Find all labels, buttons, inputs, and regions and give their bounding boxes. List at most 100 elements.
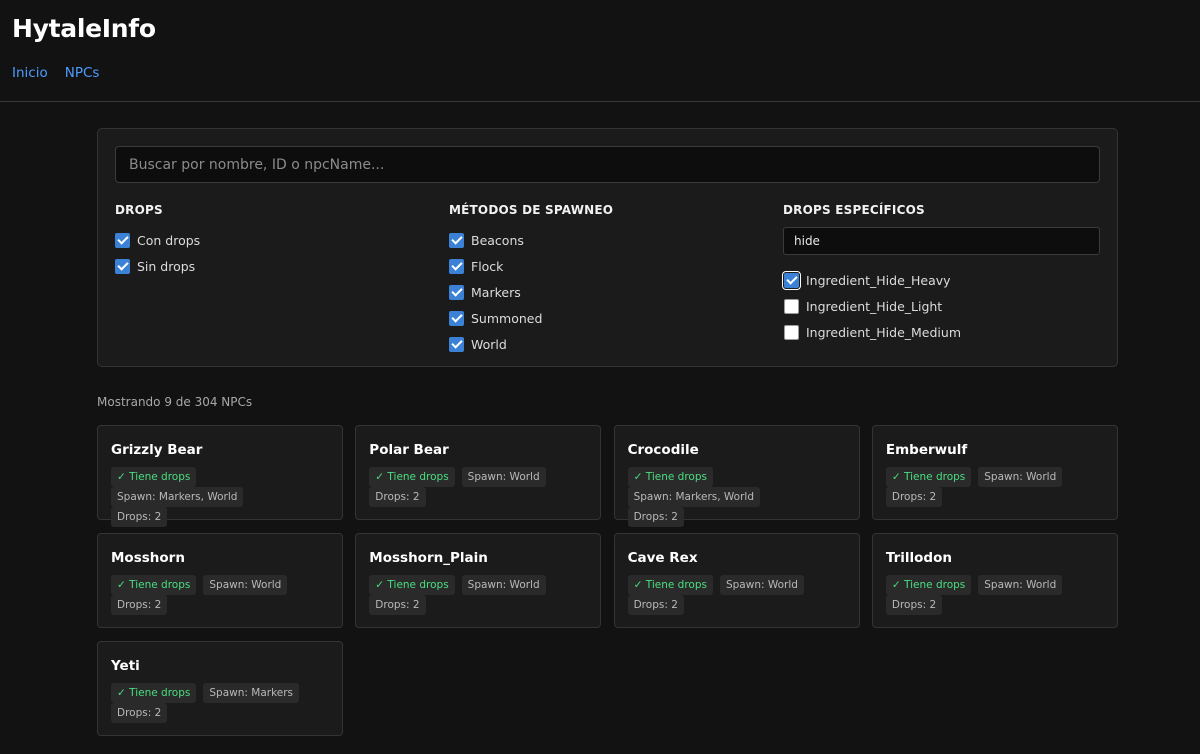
spawn-option-label: Markers [471, 284, 521, 300]
npc-badges: ✓ Tiene drops Spawn: World [111, 575, 329, 595]
npc-name: Crocodile [627, 442, 699, 458]
search-input[interactable] [115, 146, 1100, 183]
drop-count-badge: Drops: 2 [627, 595, 684, 615]
drop-option-checkbox[interactable] [784, 324, 799, 340]
has-drops-badge: ✓ Tiene drops [111, 575, 197, 595]
drops-heading: DROPS [115, 203, 163, 217]
npc-badges: ✓ Tiene drops Spawn: World [369, 467, 587, 487]
spawn-option-row[interactable]: Markers [449, 279, 613, 305]
npc-card[interactable]: Grizzly Bear ✓ Tiene drops Spawn: Markers,… [97, 425, 343, 527]
drop-option-row[interactable]: Ingredient_Hide_Heavy [782, 267, 1100, 293]
npc-card[interactable]: Crocodile ✓ Tiene drops Spawn: Markers, Wo… [613, 425, 860, 527]
spawn-badge: Spawn: Markers, World [111, 487, 244, 507]
drops-option-row[interactable]: Sin drops [115, 253, 200, 279]
npc-badges: ✓ Tiene drops Spawn: World [627, 575, 846, 595]
npc-name: Yeti [111, 658, 140, 674]
drops-option-checkbox[interactable] [115, 232, 130, 248]
npc-card[interactable]: Trillodon ✓ Tiene drops Spawn: World Drops:… [871, 533, 1118, 628]
spawn-option-row[interactable]: Flock [449, 253, 613, 279]
drop-count-badge: Drops: 2 [369, 595, 426, 615]
npc-badges-row2: Drops: 2 [369, 487, 587, 507]
npc-name: Mosshorn [111, 550, 185, 566]
npc-name: Emberwulf [885, 442, 968, 458]
drops-filter-group: DROPS Con drops Sin drops [115, 203, 200, 279]
npc-badges: ✓ Tiene drops Spawn: World [369, 575, 587, 595]
drop-option-checkbox[interactable] [782, 270, 801, 290]
spawn-option-row[interactable]: World [449, 331, 613, 357]
npc-card[interactable]: Mosshorn_Plain ✓ Tiene drops Spawn: World D… [355, 533, 602, 628]
npc-card[interactable]: Mosshorn ✓ Tiene drops Spawn: World Drops: … [97, 533, 343, 628]
npc-name: Trillodon [885, 550, 952, 566]
drop-search-input[interactable] [783, 227, 1100, 255]
npc-card[interactable]: Emberwulf ✓ Tiene drops Spawn: World Drops:… [871, 425, 1118, 520]
drop-count-badge: Drops: 2 [885, 595, 943, 615]
spawn-option-checkbox[interactable] [449, 258, 464, 274]
spawn-badge: Spawn: Markers [203, 683, 300, 703]
main-nav: Inicio NPCs [12, 65, 99, 81]
npc-badges-row2: Drops: 2 [885, 487, 1104, 507]
drop-count-badge: Drops: 2 [111, 507, 168, 527]
drops-option-label: Sin drops [137, 258, 196, 274]
npc-badges: ✓ Tiene drops Spawn: Markers, World [111, 467, 329, 507]
npc-card[interactable]: Cave Rex ✓ Tiene drops Spawn: World Drops: … [613, 533, 860, 628]
drop-count-badge: Drops: 2 [627, 507, 684, 527]
npc-name: Polar Bear [369, 442, 449, 458]
drops-options: Con drops Sin drops [115, 227, 200, 279]
npc-badges-row2: Drops: 2 [627, 507, 846, 527]
drop-option-checkbox[interactable] [784, 298, 799, 314]
npc-badges-row2: Drops: 2 [885, 595, 1104, 615]
spawn-option-label: Flock [471, 258, 504, 274]
npc-card[interactable]: Polar Bear ✓ Tiene drops Spawn: World Drops… [355, 425, 602, 520]
npc-badges: ✓ Tiene drops Spawn: Markers [111, 683, 329, 703]
nav-link-npcs[interactable]: NPCs [65, 65, 100, 81]
npc-badges-row2: Drops: 2 [369, 595, 587, 615]
spawn-option-checkbox[interactable] [449, 284, 464, 300]
has-drops-badge: ✓ Tiene drops [885, 575, 972, 595]
spawn-option-row[interactable]: Summoned [449, 305, 613, 331]
spawn-badge: Spawn: World [978, 575, 1063, 595]
drops-option-label: Con drops [137, 232, 201, 248]
specific-drops-options: Ingredient_Hide_Heavy Ingredient_Hide_Lig… [782, 267, 1100, 345]
npc-badges-row2: Drops: 2 [111, 595, 329, 615]
drop-count-badge: Drops: 2 [885, 487, 943, 507]
npc-badges-row2: Drops: 2 [627, 595, 846, 615]
spawn-option-checkbox[interactable] [449, 310, 464, 326]
npc-name: Cave Rex [627, 550, 698, 566]
spawn-option-checkbox[interactable] [449, 336, 464, 352]
npc-name: Grizzly Bear [111, 442, 203, 458]
spawn-badge: Spawn: Markers, World [627, 487, 761, 507]
spawn-filter-group: MÉTODOS DE SPAWNEO Beacons Flock Markers Su… [449, 203, 613, 357]
spawn-option-label: Summoned [471, 310, 543, 326]
drop-count-badge: Drops: 2 [111, 595, 168, 615]
drop-option-row[interactable]: Ingredient_Hide_Light [784, 293, 1100, 319]
spawn-badge: Spawn: World [978, 467, 1063, 487]
drop-count-badge: Drops: 2 [111, 703, 168, 723]
result-count: Mostrando 9 de 304 NPCs [97, 395, 253, 409]
npc-card[interactable]: Yeti ✓ Tiene drops Spawn: Markers Drops: 2 [97, 641, 343, 736]
spawn-badge: Spawn: World [203, 575, 288, 595]
npc-name: Mosshorn_Plain [369, 550, 488, 566]
drop-option-label: Ingredient_Hide_Heavy [806, 272, 951, 288]
npc-badges: ✓ Tiene drops Spawn: World [885, 575, 1104, 595]
spawn-option-checkbox[interactable] [449, 232, 464, 248]
specific-drops-heading: DROPS ESPECÍFICOS [783, 203, 925, 217]
nav-link-inicio[interactable]: Inicio [12, 65, 48, 81]
npc-badges: ✓ Tiene drops Spawn: Markers, World [627, 467, 846, 507]
drop-count-badge: Drops: 2 [369, 487, 426, 507]
has-drops-badge: ✓ Tiene drops [627, 467, 713, 487]
npc-grid: Grizzly Bear ✓ Tiene drops Spawn: Markers,… [97, 425, 1118, 736]
npc-badges-row2: Drops: 2 [111, 703, 329, 723]
site-header: HytaleInfo Inicio NPCs [0, 0, 1200, 102]
has-drops-badge: ✓ Tiene drops [111, 467, 197, 487]
specific-drops-filter-group: DROPS ESPECÍFICOS Ingredient_Hide_HeavyI… [782, 203, 1100, 345]
has-drops-badge: ✓ Tiene drops [885, 467, 972, 487]
spawn-option-label: Beacons [471, 232, 524, 248]
drop-option-label: Ingredient_Hide_Medium [806, 324, 961, 340]
spawn-badge: Spawn: World [461, 575, 546, 595]
has-drops-badge: ✓ Tiene drops [627, 575, 713, 595]
drops-option-row[interactable]: Con drops [115, 227, 200, 253]
spawn-heading: MÉTODOS DE SPAWNEO [449, 203, 614, 217]
spawn-option-row[interactable]: Beacons [449, 227, 613, 253]
drop-option-row[interactable]: Ingredient_Hide_Medium [784, 319, 1100, 345]
drops-option-checkbox[interactable] [115, 258, 130, 274]
